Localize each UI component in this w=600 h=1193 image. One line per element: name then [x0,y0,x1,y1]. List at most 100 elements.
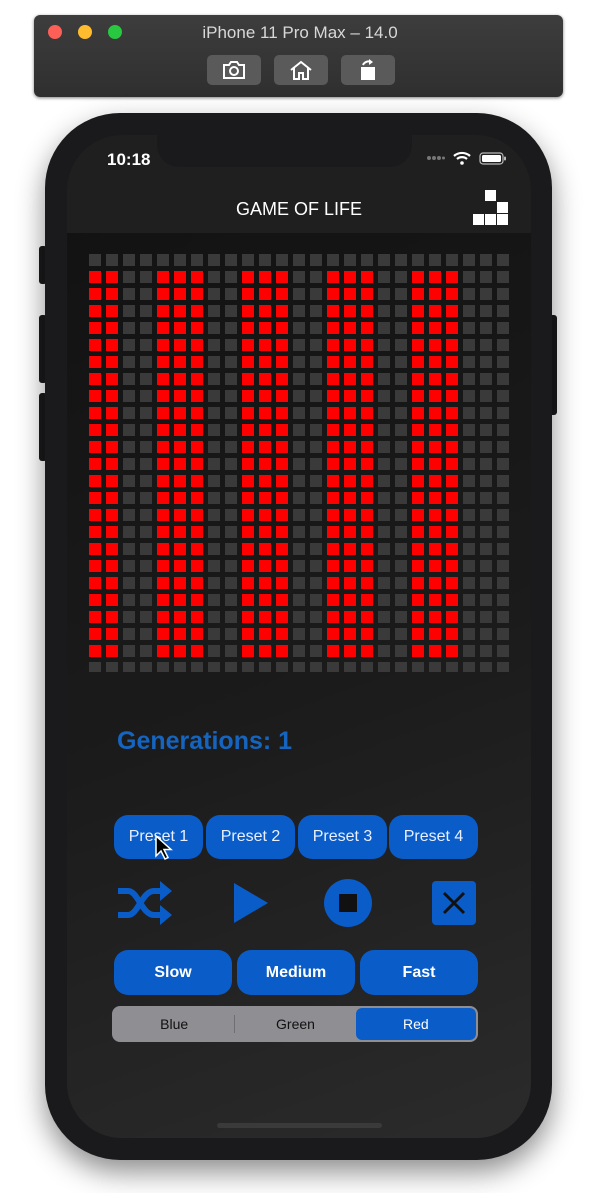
live-cell[interactable] [106,509,118,521]
dead-cell[interactable] [123,543,135,555]
dead-cell[interactable] [310,373,322,385]
live-cell[interactable] [157,322,169,334]
dead-cell[interactable] [378,543,390,555]
dead-cell[interactable] [140,611,152,623]
live-cell[interactable] [157,390,169,402]
color-option-blue[interactable]: Blue [114,1008,234,1040]
dead-cell[interactable] [497,628,509,640]
live-cell[interactable] [344,509,356,521]
live-cell[interactable] [446,373,458,385]
dead-cell[interactable] [395,373,407,385]
live-cell[interactable] [157,526,169,538]
dead-cell[interactable] [480,509,492,521]
dead-cell[interactable] [140,356,152,368]
live-cell[interactable] [412,594,424,606]
live-cell[interactable] [412,288,424,300]
live-cell[interactable] [259,373,271,385]
dead-cell[interactable] [480,288,492,300]
live-cell[interactable] [89,271,101,283]
live-cell[interactable] [361,339,373,351]
live-cell[interactable] [157,577,169,589]
dead-cell[interactable] [463,594,475,606]
dead-cell[interactable] [378,254,390,266]
dead-cell[interactable] [140,543,152,555]
live-cell[interactable] [446,441,458,453]
dead-cell[interactable] [208,543,220,555]
live-cell[interactable] [327,390,339,402]
live-cell[interactable] [327,628,339,640]
dead-cell[interactable] [480,492,492,504]
dead-cell[interactable] [310,441,322,453]
dead-cell[interactable] [123,322,135,334]
live-cell[interactable] [191,594,203,606]
dead-cell[interactable] [123,288,135,300]
live-cell[interactable] [446,577,458,589]
live-cell[interactable] [191,492,203,504]
live-cell[interactable] [242,339,254,351]
dead-cell[interactable] [463,645,475,657]
dead-cell[interactable] [395,424,407,436]
dead-cell[interactable] [225,509,237,521]
dead-cell[interactable] [463,577,475,589]
dead-cell[interactable] [497,339,509,351]
dead-cell[interactable] [140,628,152,640]
live-cell[interactable] [344,441,356,453]
live-cell[interactable] [242,594,254,606]
live-cell[interactable] [446,390,458,402]
live-cell[interactable] [446,509,458,521]
dead-cell[interactable] [463,509,475,521]
live-cell[interactable] [106,458,118,470]
dead-cell[interactable] [293,645,305,657]
live-cell[interactable] [412,526,424,538]
live-cell[interactable] [89,288,101,300]
dead-cell[interactable] [225,373,237,385]
dead-cell[interactable] [123,526,135,538]
live-cell[interactable] [412,305,424,317]
dead-cell[interactable] [378,526,390,538]
live-cell[interactable] [259,577,271,589]
dead-cell[interactable] [293,305,305,317]
dead-cell[interactable] [225,577,237,589]
live-cell[interactable] [242,288,254,300]
dead-cell[interactable] [480,594,492,606]
dead-cell[interactable] [293,390,305,402]
live-cell[interactable] [344,339,356,351]
live-cell[interactable] [429,594,441,606]
dead-cell[interactable] [276,254,288,266]
live-cell[interactable] [259,356,271,368]
dead-cell[interactable] [293,288,305,300]
live-cell[interactable] [259,526,271,538]
dead-cell[interactable] [378,509,390,521]
dead-cell[interactable] [497,662,509,672]
live-cell[interactable] [361,407,373,419]
dead-cell[interactable] [259,662,271,672]
live-cell[interactable] [361,305,373,317]
dead-cell[interactable] [480,611,492,623]
live-cell[interactable] [412,322,424,334]
dead-cell[interactable] [378,577,390,589]
live-cell[interactable] [174,628,186,640]
live-cell[interactable] [174,356,186,368]
dead-cell[interactable] [293,611,305,623]
live-cell[interactable] [157,611,169,623]
dead-cell[interactable] [395,526,407,538]
live-cell[interactable] [344,560,356,572]
dead-cell[interactable] [225,492,237,504]
dead-cell[interactable] [89,254,101,266]
live-cell[interactable] [412,407,424,419]
live-cell[interactable] [446,271,458,283]
live-cell[interactable] [276,322,288,334]
dead-cell[interactable] [225,407,237,419]
live-cell[interactable] [191,356,203,368]
live-cell[interactable] [446,322,458,334]
live-cell[interactable] [89,645,101,657]
live-cell[interactable] [429,322,441,334]
dead-cell[interactable] [480,526,492,538]
live-cell[interactable] [327,339,339,351]
live-cell[interactable] [412,441,424,453]
dead-cell[interactable] [174,662,186,672]
live-cell[interactable] [242,424,254,436]
live-cell[interactable] [259,475,271,487]
live-cell[interactable] [174,305,186,317]
live-cell[interactable] [191,424,203,436]
